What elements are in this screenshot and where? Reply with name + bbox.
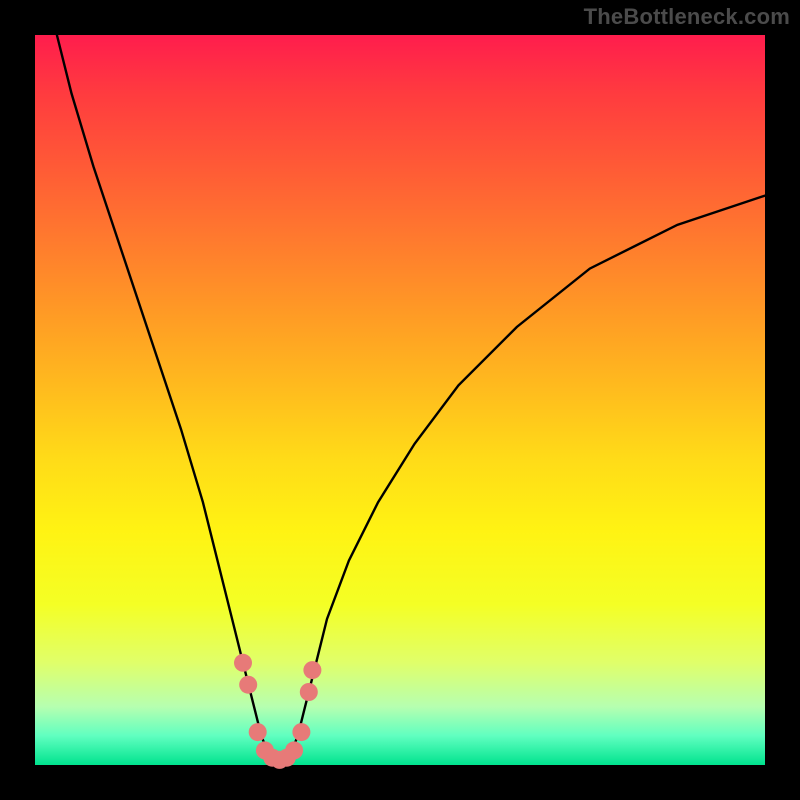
curve-svg: [35, 35, 765, 765]
highlight-dot: [234, 654, 252, 672]
highlight-dot: [239, 676, 257, 694]
watermark-text: TheBottleneck.com: [584, 4, 790, 30]
plot-area: [35, 35, 765, 765]
highlight-dot: [292, 723, 310, 741]
highlight-dots: [234, 654, 321, 769]
chart-frame: TheBottleneck.com: [0, 0, 800, 800]
bottleneck-curve: [57, 35, 765, 761]
highlight-dot: [249, 723, 267, 741]
highlight-dot: [303, 661, 321, 679]
highlight-dot: [285, 741, 303, 759]
highlight-dot: [300, 683, 318, 701]
